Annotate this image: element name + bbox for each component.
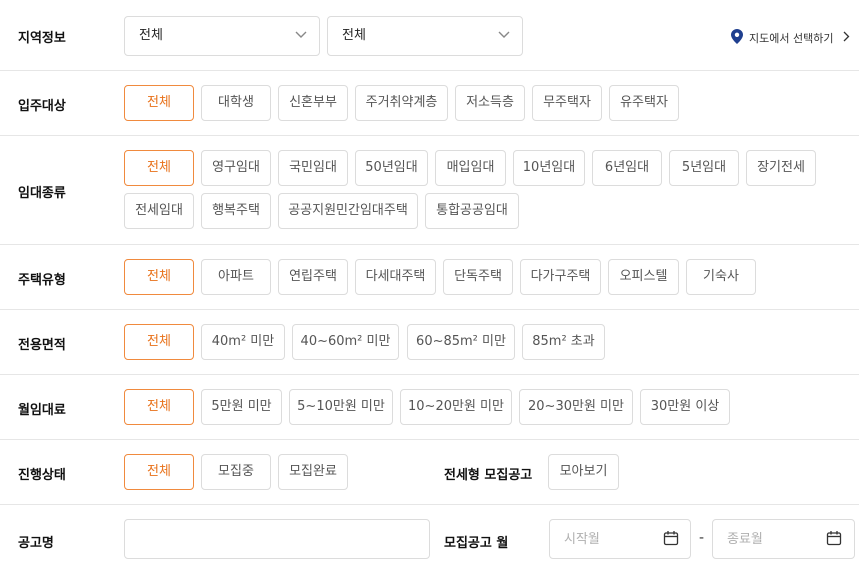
lease-option-national[interactable]: 국민임대 — [278, 150, 348, 186]
target-option-homeowner[interactable]: 유주택자 — [609, 85, 679, 121]
status-option-closed[interactable]: 모집완료 — [278, 454, 348, 490]
target-option-vulnerable[interactable]: 주거취약계층 — [355, 85, 448, 121]
rent-option-20-30[interactable]: 20~30만원 미만 — [519, 389, 633, 425]
target-option-all[interactable]: 전체 — [124, 85, 194, 121]
region-select-sido[interactable]: 전체 — [124, 16, 320, 56]
house-option-row-house[interactable]: 연립주택 — [278, 259, 348, 295]
target-option-low-income[interactable]: 저소득층 — [455, 85, 525, 121]
chevron-down-icon — [498, 31, 510, 38]
lease-option-6year[interactable]: 6년임대 — [592, 150, 662, 186]
lease-option-5year[interactable]: 5년임대 — [669, 150, 739, 186]
region-select-sigungu[interactable]: 전체 — [327, 16, 523, 56]
rent-label: 월임대료 — [18, 403, 66, 418]
region-select-sigungu-value: 전체 — [342, 28, 366, 43]
target-option-newlyweds[interactable]: 신혼부부 — [278, 85, 348, 121]
area-label: 전용면적 — [18, 338, 66, 353]
house-option-officetel[interactable]: 오피스텔 — [608, 259, 679, 295]
rent-row: 월임대료 전체 5만원 미만 5~10만원 미만 10~20만원 미만 20~3… — [0, 375, 859, 440]
notice-name-input[interactable] — [124, 519, 430, 559]
jeonse-notice-label: 전세형 모집공고 — [444, 468, 533, 483]
lease-option-purchase[interactable]: 매입임대 — [435, 150, 506, 186]
rent-option-5-10[interactable]: 5~10만원 미만 — [289, 389, 393, 425]
start-month-field[interactable] — [549, 519, 691, 559]
status-option-recruiting[interactable]: 모집중 — [201, 454, 271, 490]
region-label: 지역정보 — [18, 31, 66, 46]
area-option-60-85[interactable]: 60~85m² 미만 — [407, 324, 515, 360]
month-range-separator: - — [699, 530, 705, 546]
area-option-all[interactable]: 전체 — [124, 324, 194, 360]
lease-option-50year[interactable]: 50년임대 — [355, 150, 428, 186]
target-row: 입주대상 전체 대학생 신혼부부 주거취약계층 저소득층 무주택자 유주택자 — [0, 71, 859, 136]
rent-option-under5[interactable]: 5만원 미만 — [201, 389, 282, 425]
house-option-apartment[interactable]: 아파트 — [201, 259, 271, 295]
notice-row: 공고명 모집공고 월 - — [0, 505, 859, 568]
house-type-label: 주택유형 — [18, 273, 66, 288]
lease-option-integrated[interactable]: 통합공공임대 — [425, 193, 519, 229]
calendar-icon[interactable] — [663, 530, 679, 546]
target-option-student[interactable]: 대학생 — [201, 85, 271, 121]
target-option-homeless[interactable]: 무주택자 — [532, 85, 602, 121]
lease-option-public-private[interactable]: 공공지원민간임대주택 — [278, 193, 418, 229]
lease-type-label: 임대종류 — [18, 186, 66, 201]
house-option-dormitory[interactable]: 기숙사 — [686, 259, 756, 295]
house-option-multi-family[interactable]: 다가구주택 — [520, 259, 601, 295]
area-row: 전용면적 전체 40m² 미만 40~60m² 미만 60~85m² 미만 85… — [0, 310, 859, 375]
chevron-right-icon — [843, 31, 850, 42]
status-option-all[interactable]: 전체 — [124, 454, 194, 490]
area-option-40-60[interactable]: 40~60m² 미만 — [292, 324, 399, 360]
lease-option-all[interactable]: 전체 — [124, 150, 194, 186]
rent-option-10-20[interactable]: 10~20만원 미만 — [400, 389, 512, 425]
house-option-multiplex[interactable]: 다세대주택 — [355, 259, 436, 295]
map-select-text: 지도에서 선택하기 — [749, 32, 834, 45]
lease-option-permanent[interactable]: 영구임대 — [201, 150, 271, 186]
lease-option-long-jeonse[interactable]: 장기전세 — [746, 150, 816, 186]
notice-month-label: 모집공고 월 — [444, 536, 509, 551]
area-option-over85[interactable]: 85m² 초과 — [522, 324, 605, 360]
chevron-down-icon — [295, 31, 307, 38]
target-label: 입주대상 — [18, 99, 66, 114]
jeonse-view-all-button[interactable]: 모아보기 — [548, 454, 619, 490]
lease-option-jeonse[interactable]: 전세임대 — [124, 193, 194, 229]
status-label: 진행상태 — [18, 468, 66, 483]
notice-name-label: 공고명 — [18, 536, 54, 551]
status-row: 진행상태 전체 모집중 모집완료 전세형 모집공고 모아보기 — [0, 440, 859, 505]
rent-option-all[interactable]: 전체 — [124, 389, 194, 425]
region-row: 지역정보 전체 전체 지도에서 선택하기 — [0, 0, 859, 71]
house-type-row: 주택유형 전체 아파트 연립주택 다세대주택 단독주택 다가구주택 오피스텔 기… — [0, 245, 859, 310]
rent-option-over30[interactable]: 30만원 이상 — [640, 389, 730, 425]
end-month-field[interactable] — [712, 519, 855, 559]
lease-type-row: 임대종류 전체 영구임대 국민임대 50년임대 매입임대 10년임대 6년임대 … — [0, 136, 859, 245]
lease-option-10year[interactable]: 10년임대 — [513, 150, 585, 186]
calendar-icon[interactable] — [826, 530, 842, 546]
map-pin-icon — [731, 29, 743, 44]
house-option-detached[interactable]: 단독주택 — [443, 259, 513, 295]
region-select-sido-value: 전체 — [139, 28, 163, 43]
area-option-under40[interactable]: 40m² 미만 — [201, 324, 285, 360]
lease-option-happy-house[interactable]: 행복주택 — [201, 193, 271, 229]
house-option-all[interactable]: 전체 — [124, 259, 194, 295]
